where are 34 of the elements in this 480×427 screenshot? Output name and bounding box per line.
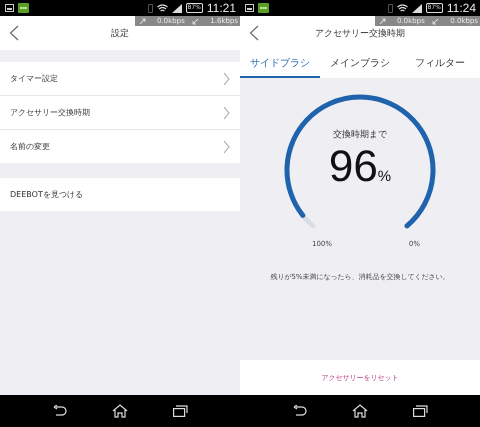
wifi-icon	[156, 4, 168, 12]
vibrate-icon	[388, 4, 393, 12]
recent-apps-icon[interactable]	[412, 405, 428, 417]
menu-item-label: 名前の変更	[10, 141, 50, 152]
signal-icon	[412, 4, 422, 12]
app-icon	[18, 3, 29, 13]
tab[interactable]: フィルター	[400, 50, 480, 78]
menu-item-label: DEEBOTを見つける	[10, 189, 83, 200]
gauge-value: 96	[328, 143, 378, 191]
tab[interactable]: サイドブラシ	[240, 50, 320, 78]
gauge-caption: 交換時期まで	[333, 128, 387, 141]
menu-item[interactable]: 名前の変更	[0, 130, 240, 163]
image-icon	[245, 4, 254, 12]
tab[interactable]: メインブラシ	[320, 50, 400, 78]
clock-time: 11:21	[206, 1, 236, 15]
download-arrow-icon	[192, 18, 199, 24]
app-icon	[258, 3, 269, 13]
menu-item-label: タイマー設定	[10, 73, 58, 84]
wifi-icon	[396, 4, 408, 12]
clock-time: 11:24	[446, 1, 476, 15]
download-arrow-icon	[432, 18, 439, 24]
image-icon	[5, 4, 14, 12]
upload-arrow-icon	[139, 18, 146, 24]
menu-item-label: アクセサリー交換時期	[10, 107, 90, 118]
screen-title: アクセサリー交換時期	[314, 28, 406, 40]
upload-arrow-icon	[379, 18, 386, 24]
home-icon[interactable]	[352, 404, 368, 418]
screen-title: 設定	[110, 28, 130, 40]
home-icon[interactable]	[112, 404, 128, 418]
vibrate-icon	[148, 4, 153, 12]
signal-icon	[172, 4, 182, 12]
recent-apps-icon[interactable]	[172, 405, 188, 417]
menu-item[interactable]: DEEBOTを見つける	[0, 178, 240, 211]
gauge-unit: %	[378, 168, 392, 185]
